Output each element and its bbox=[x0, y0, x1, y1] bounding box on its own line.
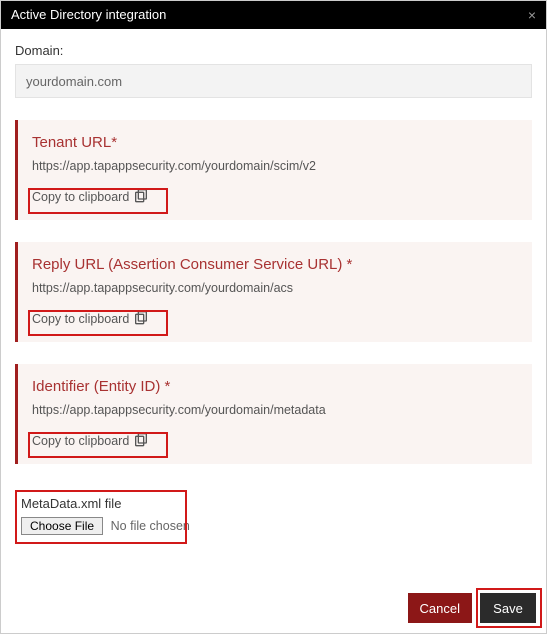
metadata-label: MetaData.xml file bbox=[21, 496, 190, 511]
reply-url-title: Reply URL (Assertion Consumer Service UR… bbox=[32, 256, 518, 273]
reply-url-value: https://app.tapappsecurity.com/yourdomai… bbox=[32, 281, 518, 295]
copy-label: Copy to clipboard bbox=[32, 312, 129, 326]
domain-label: Domain: bbox=[15, 43, 532, 58]
identifier-value: https://app.tapappsecurity.com/yourdomai… bbox=[32, 403, 518, 417]
domain-input[interactable] bbox=[15, 64, 532, 98]
cancel-button[interactable]: Cancel bbox=[408, 593, 472, 623]
reply-url-card: Reply URL (Assertion Consumer Service UR… bbox=[15, 242, 532, 342]
identifier-copy-button[interactable]: Copy to clipboard bbox=[32, 427, 153, 454]
identifier-title: Identifier (Entity ID) * bbox=[32, 378, 518, 395]
identifier-card: Identifier (Entity ID) * https://app.tap… bbox=[15, 364, 532, 464]
copy-label: Copy to clipboard bbox=[32, 434, 129, 448]
tenant-copy-button[interactable]: Copy to clipboard bbox=[32, 183, 153, 210]
tenant-url-value: https://app.tapappsecurity.com/yourdomai… bbox=[32, 159, 518, 173]
choose-file-button[interactable]: Choose File bbox=[21, 517, 103, 535]
copy-label: Copy to clipboard bbox=[32, 190, 129, 204]
tenant-url-card: Tenant URL* https://app.tapappsecurity.c… bbox=[15, 120, 532, 220]
close-icon[interactable]: × bbox=[528, 1, 536, 29]
file-status: No file chosen bbox=[111, 519, 190, 533]
tenant-url-title: Tenant URL* bbox=[32, 134, 518, 151]
metadata-section: MetaData.xml file Choose File No file ch… bbox=[15, 490, 532, 543]
dialog-titlebar: Active Directory integration × bbox=[1, 1, 546, 29]
dialog-footer: Cancel Save bbox=[398, 583, 546, 633]
dialog-title: Active Directory integration bbox=[11, 1, 166, 29]
clipboard-icon bbox=[133, 431, 149, 450]
save-button[interactable]: Save bbox=[480, 593, 536, 623]
reply-copy-button[interactable]: Copy to clipboard bbox=[32, 305, 153, 332]
dialog-content: Domain: Tenant URL* https://app.tapappse… bbox=[1, 29, 546, 543]
clipboard-icon bbox=[133, 187, 149, 206]
clipboard-icon bbox=[133, 309, 149, 328]
